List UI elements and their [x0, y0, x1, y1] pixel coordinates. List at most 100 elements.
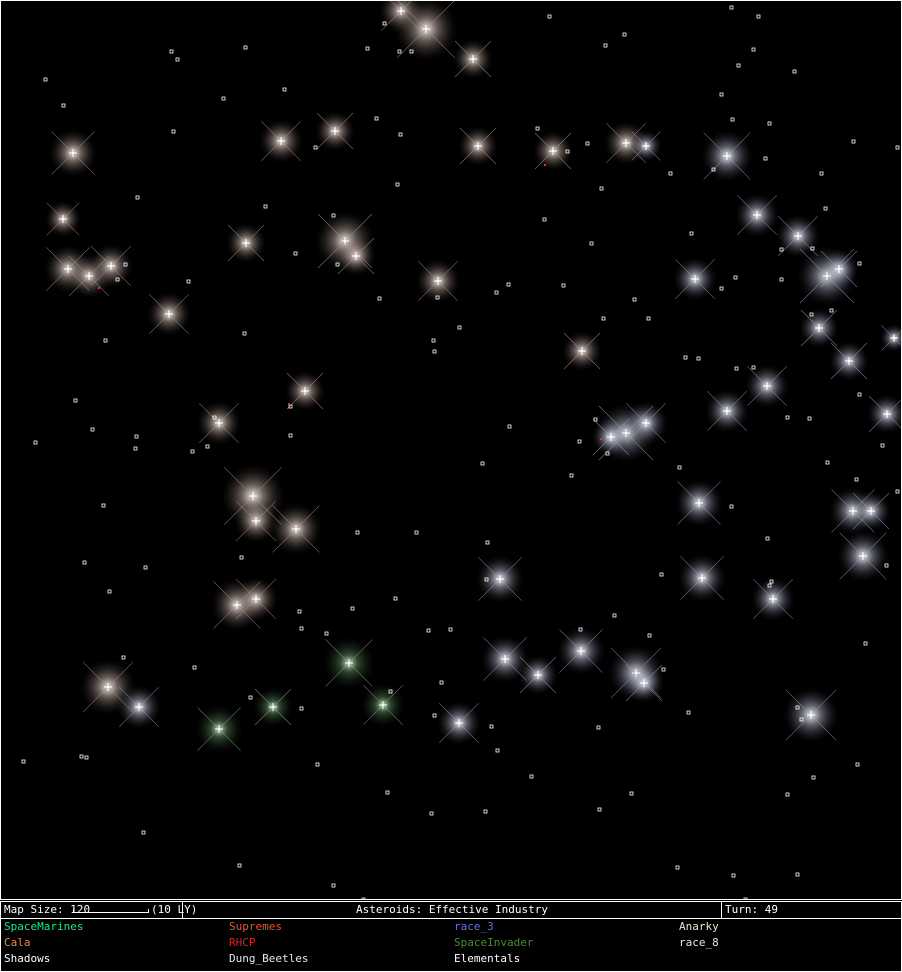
populated-star[interactable] [625, 142, 627, 144]
empty-star[interactable] [729, 504, 734, 509]
empty-star[interactable] [736, 63, 741, 68]
fleet-marker[interactable] [600, 438, 602, 440]
empty-star[interactable] [683, 355, 688, 360]
race-entry-spacemarines[interactable]: SpaceMarines [4, 919, 83, 935]
empty-star[interactable] [426, 628, 431, 633]
empty-star[interactable] [171, 129, 176, 134]
populated-star[interactable] [245, 242, 247, 244]
empty-star[interactable] [733, 275, 738, 280]
empty-star[interactable] [299, 626, 304, 631]
populated-star[interactable] [701, 577, 703, 579]
empty-star[interactable] [21, 759, 26, 764]
empty-star[interactable] [398, 132, 403, 137]
populated-star[interactable] [893, 337, 895, 339]
empty-star[interactable] [480, 461, 485, 466]
empty-star[interactable] [315, 762, 320, 767]
populated-star[interactable] [635, 672, 637, 674]
empty-star[interactable] [395, 182, 400, 187]
empty-star[interactable] [324, 631, 329, 636]
empty-star[interactable] [632, 297, 637, 302]
populated-star[interactable] [218, 728, 220, 730]
populated-star[interactable] [107, 686, 109, 688]
race-entry-rhcp[interactable]: RHCP [229, 935, 256, 951]
populated-star[interactable] [552, 150, 554, 152]
empty-star[interactable] [779, 277, 784, 282]
populated-star[interactable] [62, 218, 64, 220]
empty-star[interactable] [547, 14, 552, 19]
empty-star[interactable] [743, 897, 748, 900]
empty-star[interactable] [365, 46, 370, 51]
race-entry-race-3[interactable]: race_3 [454, 919, 494, 935]
empty-star[interactable] [603, 43, 608, 48]
populated-star[interactable] [726, 410, 728, 412]
empty-star[interactable] [186, 279, 191, 284]
populated-star[interactable] [280, 140, 282, 142]
empty-star[interactable] [599, 186, 604, 191]
populated-star[interactable] [348, 662, 350, 664]
empty-star[interactable] [414, 530, 419, 535]
race-entry-spaceinvader[interactable]: SpaceInvader [454, 935, 533, 951]
populated-star[interactable] [344, 240, 346, 242]
empty-star[interactable] [135, 195, 140, 200]
race-entry-supremes[interactable]: Supremes [229, 919, 282, 935]
empty-star[interactable] [101, 503, 106, 508]
empty-star[interactable] [263, 204, 268, 209]
empty-star[interactable] [432, 713, 437, 718]
empty-star[interactable] [677, 465, 682, 470]
empty-star[interactable] [629, 791, 634, 796]
populated-star[interactable] [766, 385, 768, 387]
empty-star[interactable] [293, 251, 298, 256]
empty-star[interactable] [734, 366, 739, 371]
empty-star[interactable] [863, 641, 868, 646]
populated-star[interactable] [870, 510, 872, 512]
empty-star[interactable] [854, 477, 859, 482]
empty-star[interactable] [282, 87, 287, 92]
empty-star[interactable] [785, 792, 790, 797]
empty-star[interactable] [431, 338, 436, 343]
empty-star[interactable] [439, 680, 444, 685]
fleet-marker[interactable] [98, 287, 100, 289]
empty-star[interactable] [73, 398, 78, 403]
empty-star[interactable] [880, 443, 885, 448]
empty-star[interactable] [647, 633, 652, 638]
empty-star[interactable] [239, 555, 244, 560]
race-entry-shadows[interactable]: Shadows [4, 951, 50, 967]
empty-star[interactable] [729, 5, 734, 10]
empty-star[interactable] [237, 863, 242, 868]
populated-star[interactable] [218, 422, 220, 424]
populated-star[interactable] [400, 10, 402, 12]
empty-star[interactable] [542, 217, 547, 222]
populated-star[interactable] [537, 674, 539, 676]
empty-star[interactable] [169, 49, 174, 54]
populated-star[interactable] [810, 714, 812, 716]
empty-star[interactable] [719, 286, 724, 291]
empty-star[interactable] [397, 49, 402, 54]
empty-star[interactable] [792, 69, 797, 74]
race-entry-elementals[interactable]: Elementals [454, 951, 520, 967]
empty-star[interactable] [107, 589, 112, 594]
empty-star[interactable] [855, 762, 860, 767]
empty-star[interactable] [895, 489, 900, 494]
empty-star[interactable] [143, 565, 148, 570]
empty-star[interactable] [374, 116, 379, 121]
populated-star[interactable] [610, 436, 612, 438]
empty-star[interactable] [141, 830, 146, 835]
empty-star[interactable] [731, 873, 736, 878]
empty-star[interactable] [432, 349, 437, 354]
empty-star[interactable] [675, 865, 680, 870]
populated-star[interactable] [848, 360, 850, 362]
populated-star[interactable] [255, 598, 257, 600]
populated-star[interactable] [838, 268, 840, 270]
fleet-marker[interactable] [544, 164, 546, 166]
empty-star[interactable] [377, 296, 382, 301]
populated-star[interactable] [886, 413, 888, 415]
fleet-marker[interactable] [288, 403, 290, 405]
empty-star[interactable] [795, 872, 800, 877]
empty-star[interactable] [751, 47, 756, 52]
empty-star[interactable] [61, 103, 66, 108]
empty-star[interactable] [719, 92, 724, 97]
populated-star[interactable] [138, 706, 140, 708]
empty-star[interactable] [763, 156, 768, 161]
populated-star[interactable] [252, 495, 254, 497]
populated-star[interactable] [772, 598, 774, 600]
